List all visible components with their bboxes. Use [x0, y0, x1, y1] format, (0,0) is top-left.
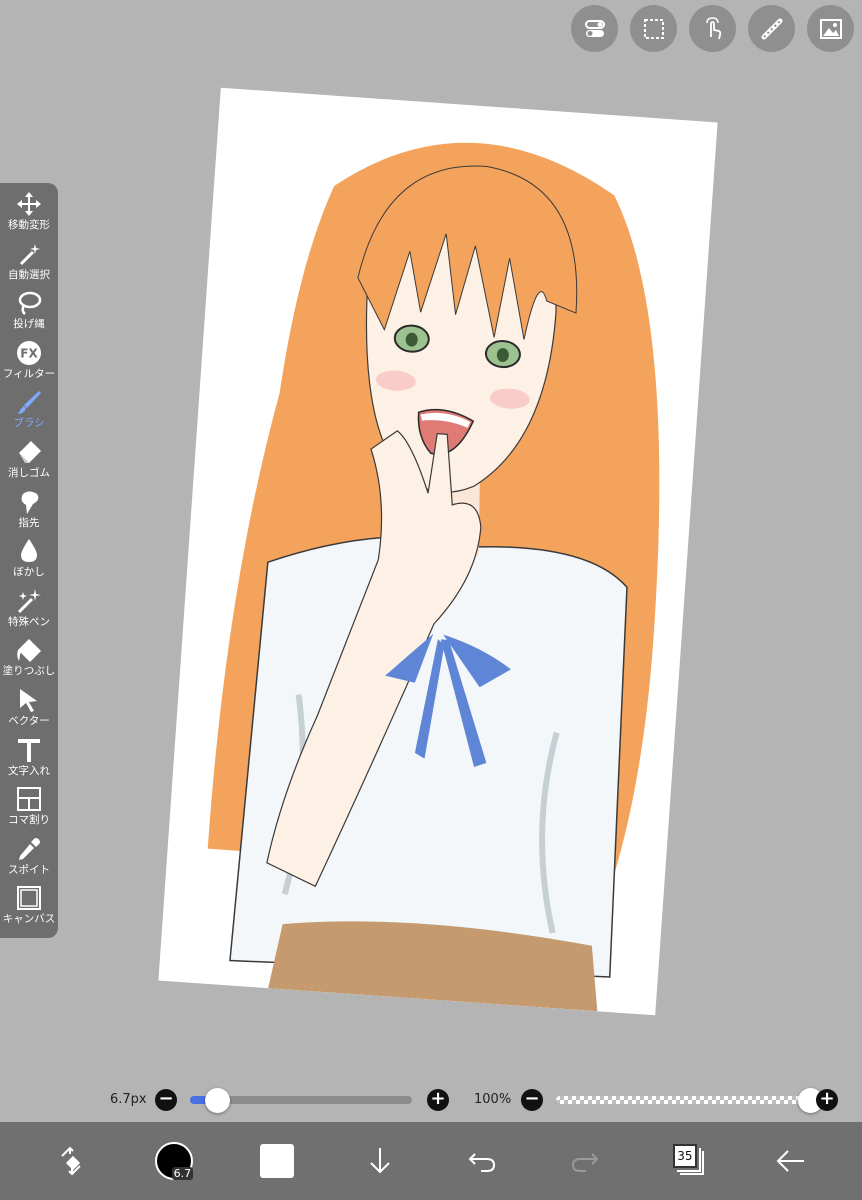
tool-panel: 移動変形 自動選択 投げ縄 FX フィルター ブラシ 消しゴム 指先 ぼかし 特… [0, 183, 58, 938]
layers-button[interactable]: 35 [663, 1136, 713, 1186]
bottom-toolbar: 6.7 35 [0, 1122, 862, 1200]
blur-drop-icon [21, 539, 37, 563]
eyedropper-icon [19, 837, 40, 860]
eraser-icon [19, 440, 41, 463]
tool-brush[interactable]: ブラシ [0, 387, 58, 437]
slider-row: 6.7px − + 100% − + [0, 1086, 862, 1114]
color-button[interactable] [252, 1136, 302, 1186]
material-button[interactable] [807, 5, 854, 52]
canvas-icon [17, 886, 41, 911]
brush-size-decrease-button[interactable]: − [155, 1089, 177, 1111]
touch-gesture-icon [705, 16, 721, 39]
brush-size-knob[interactable] [204, 1088, 230, 1113]
tool-label: 文字入れ [8, 764, 50, 777]
vector-cursor-icon [20, 688, 37, 712]
lasso-icon [18, 291, 42, 316]
tool-label: 自動選択 [8, 268, 50, 281]
selection-button[interactable] [630, 5, 677, 52]
tool-label: 投げ縄 [13, 318, 45, 331]
tool-canvas[interactable]: キャンバス [0, 883, 58, 933]
tool-frame-divider[interactable]: コマ割り [0, 784, 58, 834]
tool-special-pen[interactable]: 特殊ペン [0, 586, 58, 636]
import-arrow-icon [369, 1148, 390, 1174]
text-icon [18, 738, 40, 762]
tool-label: 特殊ペン [8, 615, 50, 628]
tool-label: 移動変形 [8, 219, 50, 231]
tool-label: スポイト [8, 863, 50, 876]
transform-quick-button[interactable] [46, 1136, 96, 1186]
magic-wand-icon [19, 243, 40, 265]
material-icon [819, 18, 842, 39]
tool-label: 消しゴム [8, 466, 50, 479]
toggle-icon [584, 19, 605, 37]
tool-move-transform[interactable]: 移動変形 [0, 189, 58, 239]
layers-icon: 35 [672, 1144, 697, 1168]
brush-size-button[interactable]: 6.7 [149, 1136, 199, 1186]
tool-label: ブラシ [13, 417, 45, 430]
tool-eraser[interactable]: 消しゴム [0, 437, 58, 487]
redo-button[interactable] [560, 1136, 610, 1186]
swap-transform-icon [61, 1146, 82, 1176]
opacity-label: 100% [474, 1092, 512, 1107]
touch-gesture-button[interactable] [689, 5, 736, 52]
tool-label: 指先 [18, 516, 40, 529]
smudge-icon [21, 491, 39, 514]
selection-icon [643, 18, 664, 39]
back-button[interactable] [766, 1136, 816, 1186]
tool-label: 塗りつぶし [2, 665, 56, 678]
tool-lasso[interactable]: 投げ縄 [0, 288, 58, 338]
move-transform-icon [17, 192, 41, 216]
tool-filter[interactable]: FX フィルター [0, 338, 58, 388]
redo-icon [572, 1153, 599, 1172]
back-arrow-icon [776, 1150, 804, 1172]
brush-size-label: 6.7px [110, 1092, 147, 1107]
opacity-slider[interactable] [556, 1096, 810, 1104]
bucket-fill-icon [17, 639, 41, 663]
tool-bucket-fill[interactable]: 塗りつぶし [0, 635, 58, 685]
tool-label: ぼかし [13, 566, 45, 579]
undo-icon [468, 1153, 496, 1172]
tool-blur[interactable]: ぼかし [0, 536, 58, 586]
tool-smudge[interactable]: 指先 [0, 487, 58, 537]
fx-filter-icon: FX [17, 340, 41, 365]
frame-divider-icon [17, 787, 41, 812]
ruler-icon [761, 18, 782, 39]
sparkle-pen-icon [17, 588, 41, 613]
brush-size-icon: 6.7 [155, 1142, 194, 1180]
artwork-illustration [207, 142, 660, 1012]
tool-label: ベクター [8, 714, 50, 727]
toggle-button[interactable] [571, 5, 618, 52]
tool-magic-wand[interactable]: 自動選択 [0, 239, 58, 289]
tool-label: コマ割り [8, 814, 50, 827]
top-toolbar [571, 5, 854, 52]
tool-text[interactable]: 文字入れ [0, 735, 58, 785]
brush-icon [18, 391, 41, 415]
opacity-decrease-button[interactable]: − [521, 1089, 543, 1111]
tool-label: キャンバス [2, 913, 56, 926]
ruler-button[interactable] [748, 5, 795, 52]
tool-label: フィルター [2, 367, 56, 380]
import-button[interactable] [355, 1136, 405, 1186]
drawing-canvas[interactable] [158, 87, 718, 1016]
svg-text:FX: FX [20, 346, 38, 360]
tool-vector[interactable]: ベクター [0, 685, 58, 735]
brush-size-badge: 6.7 [171, 1167, 194, 1180]
tool-eyedropper[interactable]: スポイト [0, 834, 58, 884]
brush-size-increase-button[interactable]: + [427, 1089, 449, 1111]
color-swatch-icon [259, 1144, 294, 1178]
opacity-increase-button[interactable]: + [816, 1089, 838, 1111]
undo-button[interactable] [457, 1136, 507, 1186]
